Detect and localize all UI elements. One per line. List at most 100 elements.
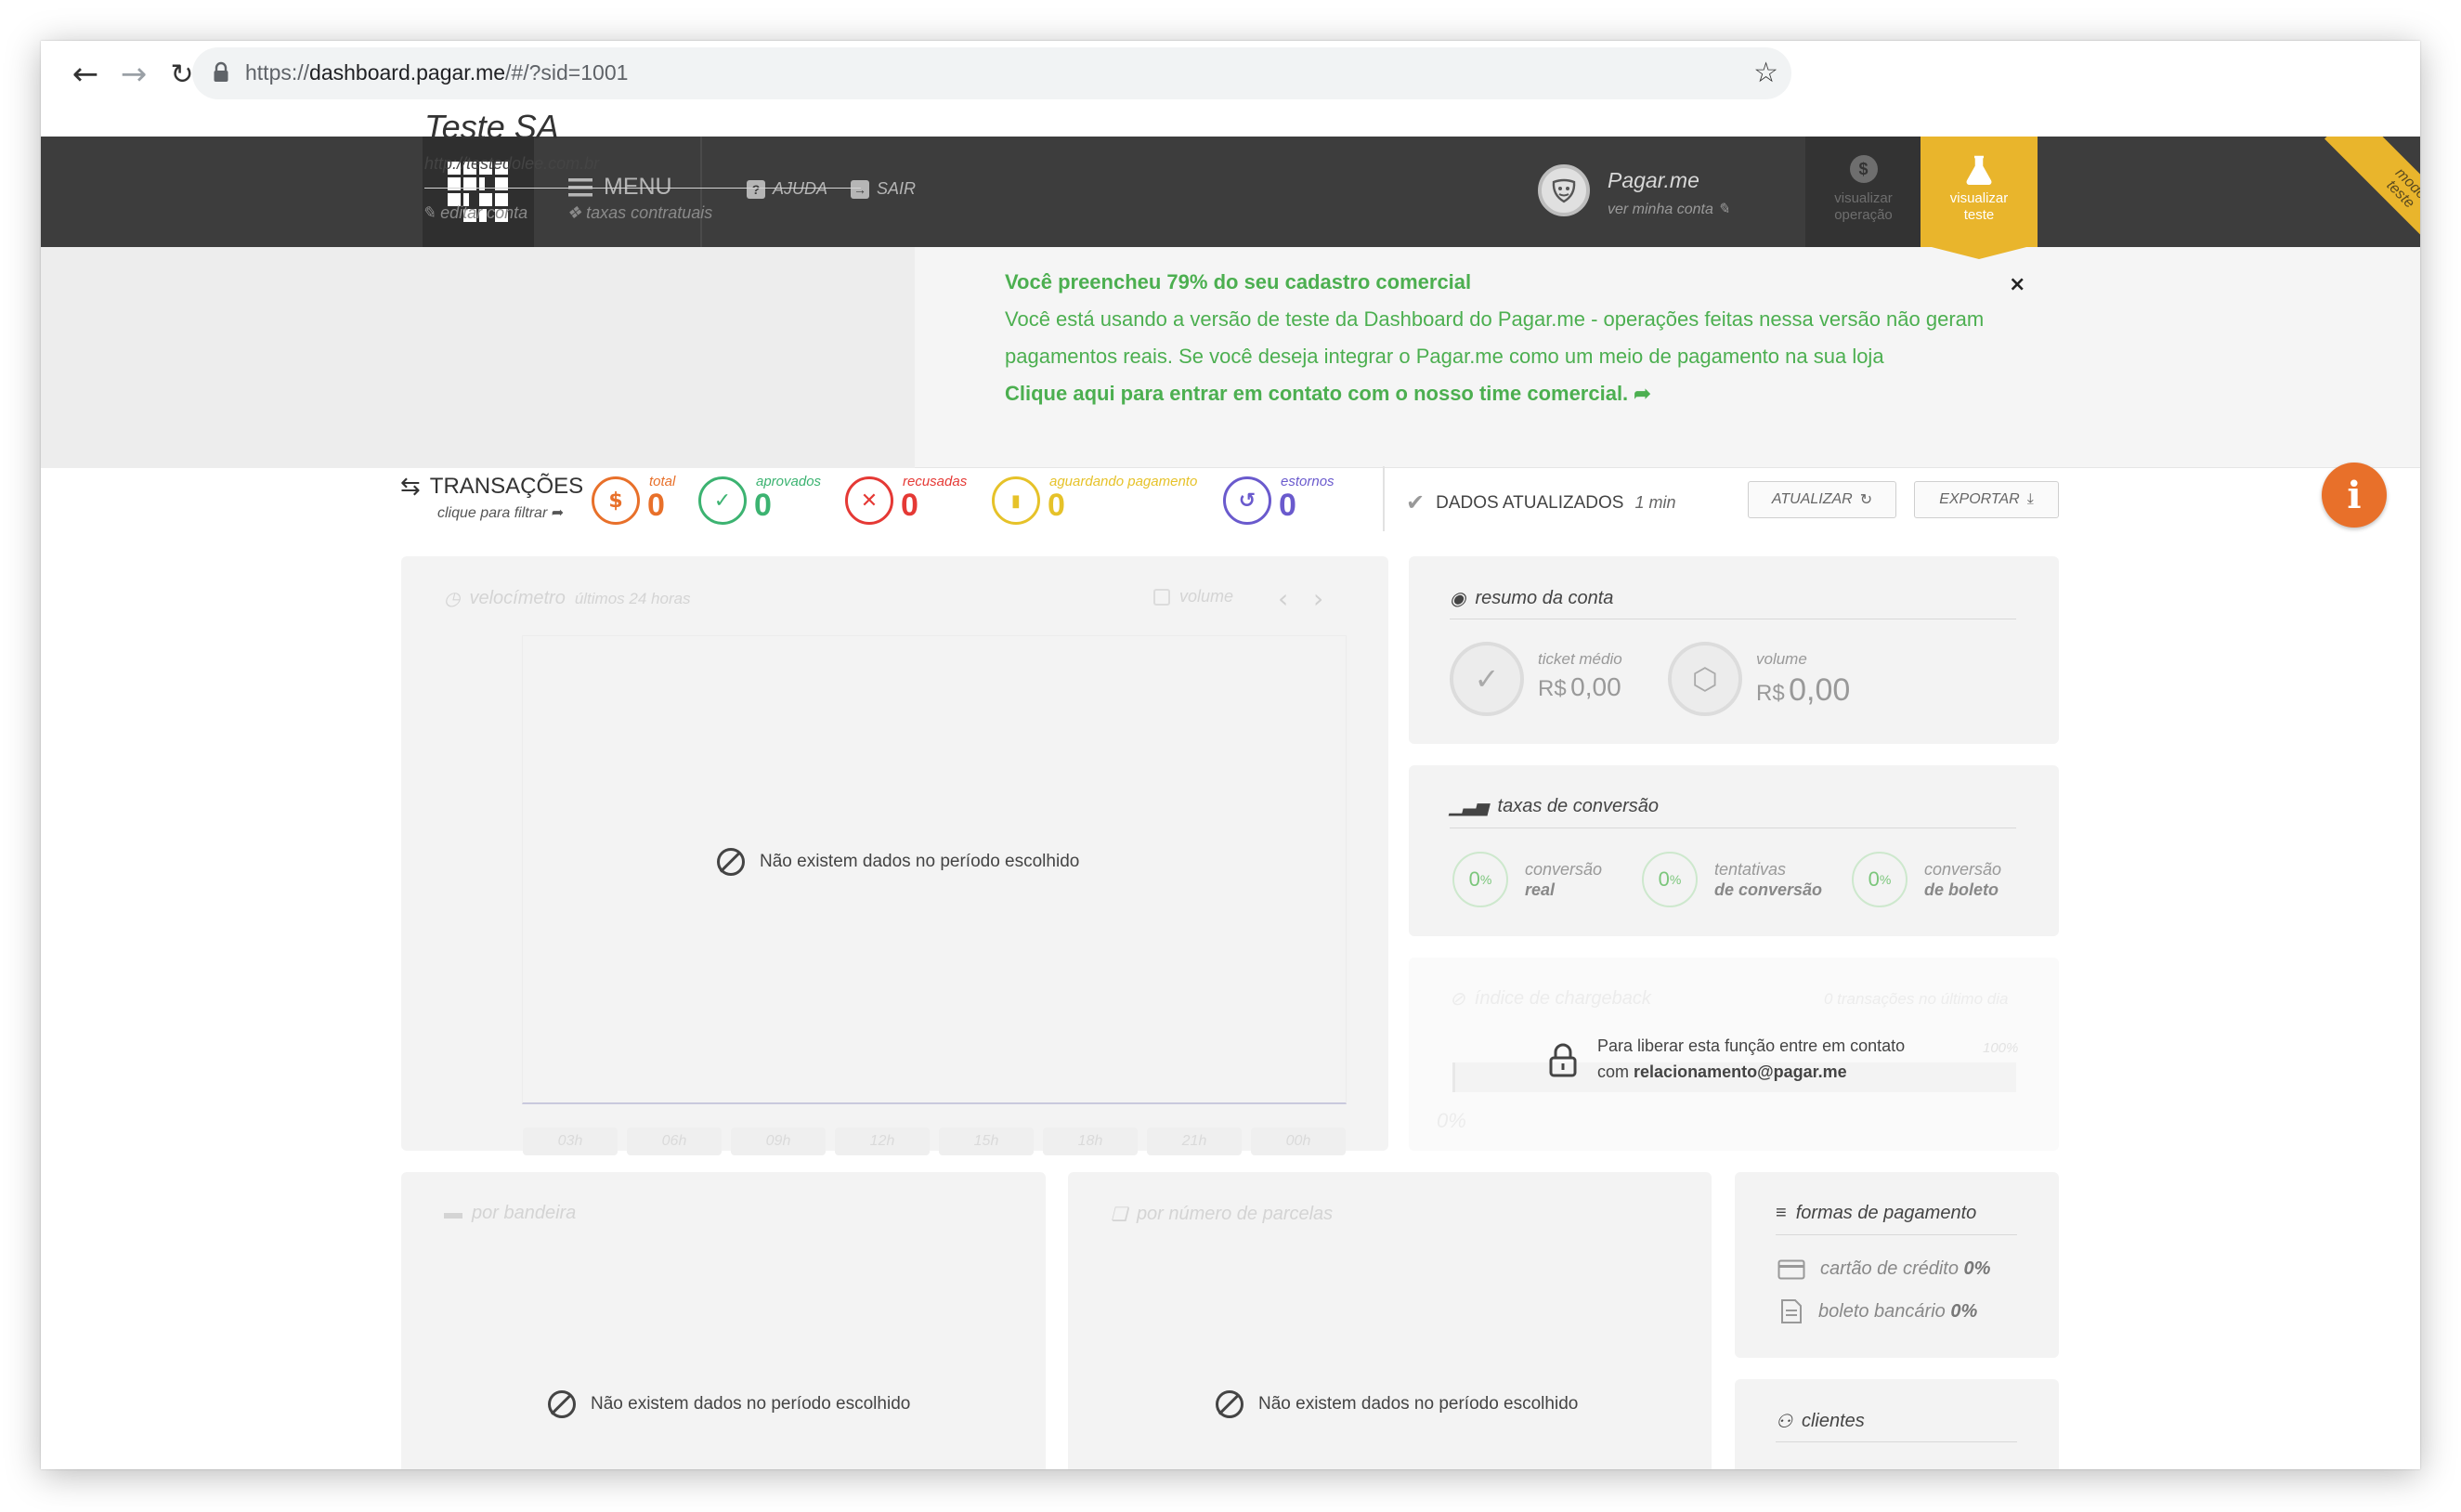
check-icon: ✔ bbox=[1406, 490, 1426, 515]
volume-label: volume bbox=[1756, 650, 1807, 668]
conversion-real-label: conversão real bbox=[1525, 860, 1603, 899]
bookmark-star-icon[interactable]: ☆ bbox=[1753, 57, 1778, 89]
credit-card-icon bbox=[1777, 1259, 1805, 1279]
view-operation-button[interactable]: $ visualizar operação bbox=[1805, 137, 1921, 247]
contact-email: relacionamento@pagar.me bbox=[1634, 1062, 1847, 1081]
info-button[interactable]: i bbox=[2322, 463, 2387, 528]
box-icon: ⬡ bbox=[1668, 642, 1742, 716]
x-tick: 09h bbox=[731, 1127, 826, 1155]
forward-icon[interactable]: → bbox=[110, 50, 158, 98]
refresh-button[interactable]: ATUALIZAR ↻ bbox=[1748, 481, 1896, 518]
contract-fees-link[interactable]: ❖ taxas contratuais bbox=[566, 203, 712, 223]
company-name: Teste SA bbox=[424, 108, 559, 146]
back-icon[interactable]: ← bbox=[61, 50, 110, 98]
globe-icon: ◉ bbox=[1450, 589, 1466, 609]
volume-checkbox[interactable] bbox=[1153, 588, 1170, 606]
notice-text-1: Você está usando a versão de teste da Da… bbox=[1005, 307, 1985, 331]
transactions-title: TRANSAÇÕES bbox=[429, 473, 584, 499]
chargeback-max: 100% bbox=[1983, 1040, 2019, 1056]
volume-value: R$ 0,00 bbox=[1756, 672, 1851, 708]
card-icon: ▬ bbox=[444, 1203, 462, 1223]
conversion-real-ring: 0% bbox=[1452, 852, 1508, 907]
ban-icon bbox=[717, 848, 745, 876]
ticket-value: R$ 0,00 bbox=[1538, 672, 1621, 701]
exit-label: SAIR bbox=[877, 179, 917, 198]
header-divider bbox=[700, 137, 702, 247]
tag-icon: ❖ bbox=[566, 203, 582, 222]
edit-account-link[interactable]: ✎ editar conta bbox=[422, 203, 527, 223]
flask-icon bbox=[1966, 155, 1992, 185]
conversion-card bbox=[1409, 765, 2059, 936]
notice-headline: Você preencheu 79% do seu cadastro comer… bbox=[1005, 270, 1472, 293]
lock-icon bbox=[214, 61, 228, 82]
transactions-subtitle: clique para filtrar ➦ bbox=[437, 505, 565, 521]
pagarme-logo[interactable] bbox=[423, 137, 534, 247]
refresh-icon: ↻ bbox=[1859, 492, 1873, 508]
ban-icon bbox=[548, 1390, 576, 1418]
contact-sales-link[interactable]: Clique aqui para entrar em contato com o… bbox=[1005, 382, 1651, 406]
ban-icon bbox=[1216, 1390, 1244, 1418]
conversion-title: ▁▃▅ taxas de conversão bbox=[1450, 796, 1659, 816]
browser-toolbar: ← → ↻ https://dashboard.pagar.me/#/?sid=… bbox=[41, 41, 2420, 137]
x-tick: 15h bbox=[939, 1127, 1034, 1155]
x-tick: 21h bbox=[1147, 1127, 1242, 1155]
installments-title: ❏ por número de parcelas bbox=[1111, 1204, 1334, 1225]
transactions-filter[interactable]: ⇆ TRANSAÇÕES bbox=[400, 472, 583, 501]
payment-methods-title: ≡ formas de pagamento bbox=[1776, 1203, 1977, 1223]
browser-window: ← → ↻ https://dashboard.pagar.me/#/?sid=… bbox=[41, 41, 2420, 1469]
url-text: https://dashboard.pagar.me/#/?sid=1001 bbox=[245, 60, 629, 85]
view-test-button[interactable]: visualizar teste bbox=[1921, 137, 2038, 247]
clock-icon: ◷ bbox=[444, 589, 461, 609]
speedometer-empty: Não existem dados no período escolhido bbox=[717, 848, 1079, 876]
view-account-link[interactable]: ver minha conta ✎ bbox=[1608, 200, 1730, 218]
summary-divider bbox=[1383, 466, 1385, 531]
stack-icon: ❏ bbox=[1111, 1205, 1127, 1225]
ticket-label: ticket médio bbox=[1538, 650, 1622, 668]
boleto-row: boleto bancário 0% bbox=[1779, 1298, 1977, 1324]
exit-link[interactable]: → SAIR bbox=[851, 179, 916, 199]
pencil-icon: ✎ bbox=[1717, 202, 1730, 217]
question-icon: ? bbox=[747, 179, 765, 199]
mask-icon bbox=[1552, 178, 1576, 203]
info-icon: i bbox=[2347, 473, 2362, 517]
document-icon bbox=[1781, 1299, 1802, 1323]
x-tick: 06h bbox=[627, 1127, 722, 1155]
chargeback-locked-message: Para liberar esta função entre em contat… bbox=[1597, 1036, 1906, 1081]
brand-title: ▬ por bandeira bbox=[444, 1203, 577, 1223]
brand-empty: Não existem dados no período escolhido bbox=[548, 1390, 910, 1418]
account-summary-title: ◉ resumo da conta bbox=[1450, 588, 1614, 609]
x-tick: 00h bbox=[1251, 1127, 1346, 1155]
chargeback-title: ⊘ índice de chargeback bbox=[1450, 988, 1651, 1010]
total-icon: $ bbox=[592, 476, 640, 525]
users-icon: ⚇ bbox=[1776, 1412, 1792, 1432]
conversion-boleto-ring: 0% bbox=[1852, 852, 1908, 907]
account-avatar[interactable] bbox=[1538, 164, 1590, 216]
conversion-boleto-label: conversão de boleto bbox=[1924, 860, 2002, 899]
download-icon: ⤓ bbox=[2026, 491, 2034, 507]
bar-chart-icon: ▁▃▅ bbox=[1450, 797, 1489, 815]
chargeback-min: 0% bbox=[1437, 1109, 1466, 1132]
export-button[interactable]: EXPORTAR ⤓ bbox=[1914, 481, 2059, 518]
address-bar[interactable]: https://dashboard.pagar.me/#/?sid=1001 ☆ bbox=[192, 47, 1791, 99]
close-notice-button[interactable]: × bbox=[2009, 273, 2025, 296]
share-arrow-icon: ➦ bbox=[1634, 382, 1651, 405]
ban-icon: ⊘ bbox=[1450, 989, 1465, 1010]
volume-toggle[interactable]: volume bbox=[1153, 587, 1233, 606]
pencil-icon: ✎ bbox=[422, 203, 436, 222]
x-icon: ✕ bbox=[845, 476, 893, 525]
help-label: AJUDA bbox=[773, 179, 828, 198]
x-tick: 03h bbox=[523, 1127, 618, 1155]
x-tick: 12h bbox=[835, 1127, 930, 1155]
sliders-icon: ≡ bbox=[1776, 1203, 1787, 1223]
app-header: MENU ? AJUDA → SAIR Pagar.me ver minha c… bbox=[41, 137, 2420, 247]
conversion-attempts-label: tentativas de conversão bbox=[1714, 860, 1823, 899]
data-updated-status: ✔ DADOS ATUALIZADOS 1 min bbox=[1406, 490, 1676, 515]
account-divider bbox=[424, 188, 861, 189]
help-link[interactable]: ? AJUDA bbox=[747, 179, 827, 199]
conversion-attempts-ring: 0% bbox=[1642, 852, 1698, 907]
account-name[interactable]: Pagar.me bbox=[1608, 168, 1699, 193]
chevron-right-icon[interactable]: › bbox=[1313, 583, 1323, 614]
chevron-left-icon[interactable]: ‹ bbox=[1278, 583, 1288, 614]
undo-icon: ↺ bbox=[1223, 476, 1271, 525]
test-mode-ribbon: modo teste bbox=[2307, 137, 2420, 250]
